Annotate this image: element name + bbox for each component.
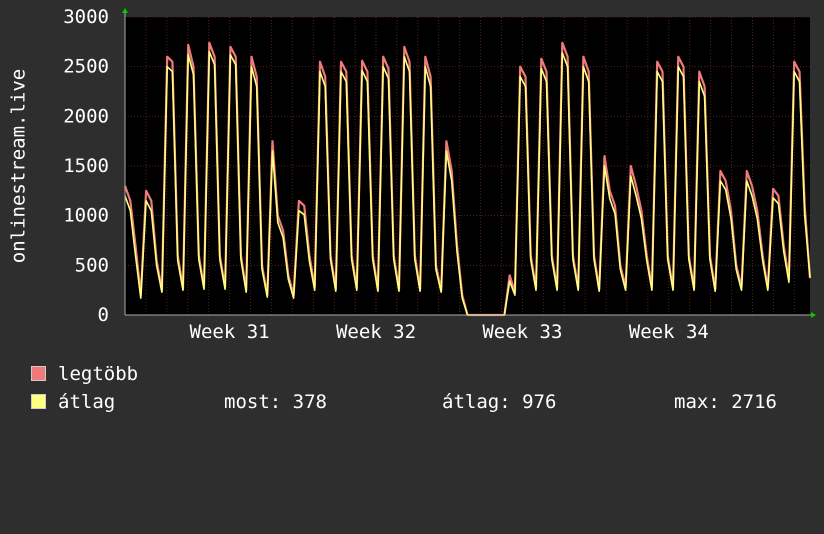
y-tick-label: 1000	[63, 205, 109, 227]
legend-item-avg: átlag most: 378 átlag: 976 max: 2716	[31, 390, 811, 414]
y-tick-label: 2000	[63, 105, 109, 127]
legend-label-max: legtöbb	[58, 363, 139, 385]
y-tick-label: 1500	[63, 155, 109, 177]
stat-max: max: 2716	[674, 391, 777, 413]
y-axis-arrow	[122, 8, 128, 13]
y-tick-label: 500	[75, 254, 109, 276]
legend-swatch-max	[31, 366, 46, 381]
y-axis-label: onlinestream.live	[8, 69, 30, 263]
x-tick-label: Week 32	[336, 321, 416, 343]
stat-current: most: 378	[224, 391, 327, 413]
x-tick-label: Week 33	[482, 321, 562, 343]
y-tick-label: 0	[98, 304, 109, 326]
y-tick-label: 2500	[63, 56, 109, 78]
legend-label-avg: átlag	[58, 391, 116, 413]
x-tick-label: Week 31	[190, 321, 270, 343]
legend-swatch-avg	[31, 394, 46, 409]
x-tick-label: Week 34	[629, 321, 709, 343]
y-tick-label: 3000	[63, 6, 109, 28]
stat-average: átlag: 976	[442, 391, 557, 413]
x-axis-arrow	[811, 312, 816, 318]
legend-item-max: legtöbb	[31, 362, 138, 386]
